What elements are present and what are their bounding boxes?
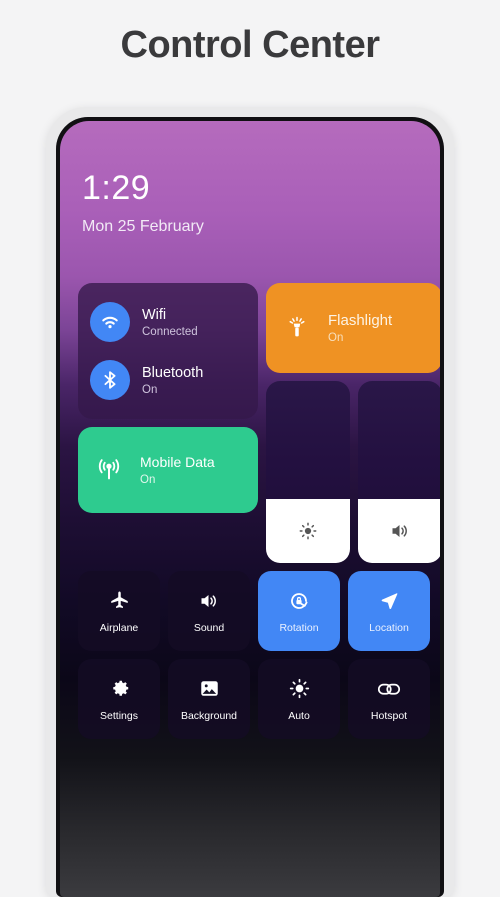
rotation-lock-icon bbox=[287, 589, 311, 613]
connectivity-item-wifi[interactable]: Wifi Connected bbox=[78, 293, 258, 351]
page-title: Control Center bbox=[120, 24, 381, 66]
mobile-data-tile[interactable]: Mobile Data On bbox=[78, 427, 258, 513]
brightness-slider[interactable] bbox=[266, 381, 350, 563]
volume-slider-fill bbox=[358, 499, 440, 563]
toggle-hotspot-label: Hotspot bbox=[370, 709, 408, 722]
bluetooth-icon bbox=[90, 360, 130, 400]
toggle-location-label: Location bbox=[369, 621, 409, 634]
toggle-background[interactable]: Background bbox=[168, 659, 250, 739]
volume-speaker-icon bbox=[197, 589, 221, 613]
top-tile-row: Wifi Connected Bluetooth On Mobile Data … bbox=[78, 283, 440, 563]
toggle-rotation-label: Rotation bbox=[279, 621, 319, 634]
flashlight-label: Flashlight bbox=[328, 311, 393, 329]
sliders-row bbox=[266, 381, 440, 563]
toggle-settings-label: Settings bbox=[100, 709, 138, 722]
clock-time: 1:29 bbox=[82, 169, 151, 207]
flashlight-tile[interactable]: Flashlight On bbox=[266, 283, 440, 373]
toggle-background-label: Background bbox=[180, 709, 238, 722]
flashlight-status: On bbox=[328, 332, 344, 345]
linked-rings-icon bbox=[376, 677, 402, 701]
toggle-auto-label: Auto bbox=[288, 709, 310, 722]
bluetooth-text: Bluetooth On bbox=[142, 364, 203, 396]
toggle-auto[interactable]: Auto bbox=[258, 659, 340, 739]
mobile-data-status: On bbox=[140, 473, 156, 486]
bluetooth-label: Bluetooth bbox=[142, 364, 204, 381]
clock-block: 1:29 Mon 25 February bbox=[82, 171, 204, 236]
right-column: Flashlight On bbox=[266, 283, 440, 563]
toggle-sound[interactable]: Sound bbox=[168, 571, 250, 651]
image-icon bbox=[198, 677, 221, 701]
toggle-grid: Airplane Sound Rotation Location Setting… bbox=[78, 571, 430, 739]
toggle-airplane-label: Airplane bbox=[99, 621, 139, 634]
toggle-hotspot[interactable]: Hotspot bbox=[348, 659, 430, 739]
location-arrow-icon bbox=[377, 589, 401, 613]
sun-icon bbox=[288, 677, 311, 701]
phone-screen: 1:29 Mon 25 February Wifi Connected Blue… bbox=[60, 121, 440, 897]
mobile-data-label: Mobile Data bbox=[140, 454, 215, 471]
tiles-area: Wifi Connected Bluetooth On Mobile Data … bbox=[78, 283, 440, 571]
left-column: Wifi Connected Bluetooth On Mobile Data … bbox=[78, 283, 258, 563]
connectivity-card: Wifi Connected Bluetooth On bbox=[78, 283, 258, 419]
wifi-text: Wifi Connected bbox=[142, 306, 198, 338]
gear-icon bbox=[108, 677, 131, 701]
phone-frame: 1:29 Mon 25 February Wifi Connected Blue… bbox=[46, 107, 454, 897]
bluetooth-status: On bbox=[142, 384, 158, 397]
wifi-icon bbox=[90, 302, 130, 342]
airplane-icon bbox=[108, 589, 131, 613]
volume-speaker-icon bbox=[388, 519, 412, 543]
brightness-sun-icon bbox=[297, 520, 319, 542]
flashlight-icon bbox=[282, 313, 312, 343]
volume-slider[interactable] bbox=[358, 381, 440, 563]
connectivity-item-bluetooth[interactable]: Bluetooth On bbox=[78, 351, 258, 409]
toggle-airplane[interactable]: Airplane bbox=[78, 571, 160, 651]
toggle-sound-label: Sound bbox=[193, 621, 225, 634]
wifi-label: Wifi bbox=[142, 306, 167, 323]
toggle-rotation[interactable]: Rotation bbox=[258, 571, 340, 651]
cell-signal-icon bbox=[92, 453, 126, 487]
clock-date: Mon 25 February bbox=[82, 218, 204, 235]
toggle-settings[interactable]: Settings bbox=[78, 659, 160, 739]
toggle-location[interactable]: Location bbox=[348, 571, 430, 651]
wifi-status: Connected bbox=[142, 326, 198, 339]
mobile-data-text: Mobile Data On bbox=[140, 454, 215, 486]
flashlight-text: Flashlight On bbox=[328, 312, 392, 345]
brightness-slider-fill bbox=[266, 499, 350, 563]
phone-bezel: 1:29 Mon 25 February Wifi Connected Blue… bbox=[56, 117, 444, 897]
